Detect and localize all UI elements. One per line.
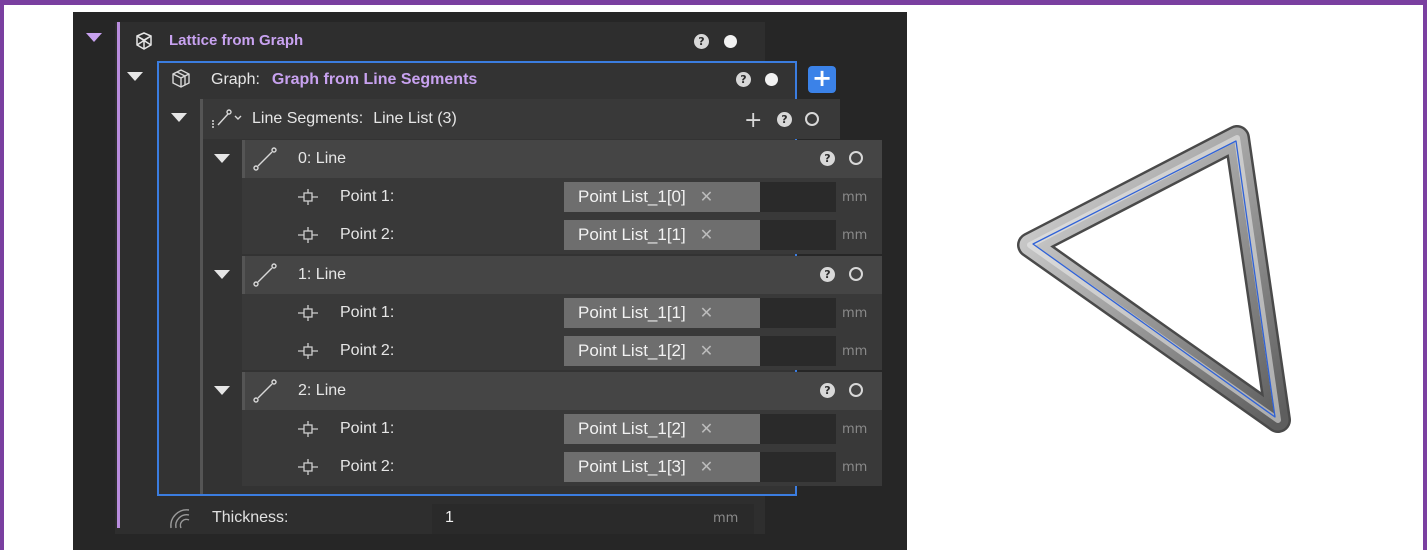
point-value-field[interactable]: Point List_1[3] ✕ [564,452,760,482]
segments-label: Line Segments: [252,110,364,127]
point-unit: mm [842,228,868,243]
line-icon [252,146,278,172]
point-icon [298,457,318,477]
collapse-segments-icon[interactable] [171,113,187,122]
lattice-help-icon[interactable]: ? [694,34,709,49]
graph-help-icon[interactable]: ? [736,72,751,87]
collapse-lattice-icon[interactable] [86,33,102,42]
segments-help-icon[interactable]: ? [777,112,792,127]
line-help-icon[interactable]: ? [820,383,835,398]
point-value-field[interactable]: Point List_1[0] ✕ [564,182,760,212]
line-help-icon[interactable]: ? [820,267,835,282]
line-title: 0: Line [298,150,347,167]
clear-icon[interactable]: ✕ [700,225,713,245]
point-value: Point List_1[2] [578,419,686,438]
point-field-rest[interactable] [760,298,836,328]
point-value-field[interactable]: Point List_1[1] ✕ [564,298,760,328]
point-unit: mm [842,190,868,205]
graph-value[interactable]: Graph from Line Segments [272,71,477,89]
point-label: Point 2: [340,458,395,475]
point-icon [298,419,318,439]
thickness-label: Thickness: [212,509,289,526]
point-label: Point 1: [340,304,395,321]
point-label: Point 2: [340,226,395,243]
point-icon [298,303,318,323]
lattice-node-icon [133,30,155,52]
line-title: 2: Line [298,382,347,399]
point-icon [298,225,318,245]
triangle-lattice-preview [1017,125,1291,433]
line-visibility-icon[interactable] [849,267,863,281]
line-title: 1: Line [298,266,347,283]
graph-node-icon [170,67,192,89]
thickness-value[interactable]: 1 [445,509,454,527]
point-icon [298,341,318,361]
add-segment-button[interactable]: + [744,108,762,133]
point-value-field[interactable]: Point List_1[2] ✕ [564,336,760,366]
collapse-graph-icon[interactable] [127,72,143,81]
clear-icon[interactable]: ✕ [700,419,713,439]
lattice-visibility-icon[interactable] [724,35,737,48]
point-value-field[interactable]: Point List_1[1] ✕ [564,220,760,250]
point-value: Point List_1[3] [578,457,686,476]
graph-label: Graph: [211,71,260,88]
collapse-line-icon[interactable] [214,270,230,279]
lattice-indent-line [117,22,120,528]
line-visibility-icon[interactable] [849,383,863,397]
add-graph-button[interactable]: + [808,66,836,93]
point-label: Point 1: [340,188,395,205]
segments-value[interactable]: Line List (3) [373,110,457,128]
clear-icon[interactable]: ✕ [700,187,713,207]
point-label: Point 2: [340,342,395,359]
line-visibility-icon[interactable] [849,151,863,165]
line-icon [252,262,278,288]
point-unit: mm [842,344,868,359]
collapse-line-icon[interactable] [214,154,230,163]
thickness-input[interactable] [432,504,754,534]
clear-icon[interactable]: ✕ [700,341,713,361]
point-unit: mm [842,306,868,321]
point-field-rest[interactable] [760,220,836,250]
point-field-rest[interactable] [760,336,836,366]
clear-icon[interactable]: ✕ [700,303,713,323]
point-icon [298,187,318,207]
point-value-field[interactable]: Point List_1[2] ✕ [564,414,760,444]
clear-icon[interactable]: ✕ [700,457,713,477]
segments-visibility-icon[interactable] [805,112,819,126]
point-unit: mm [842,422,868,437]
lattice-icon [136,32,152,50]
point-field-rest[interactable] [760,182,836,212]
line-icon [252,378,278,404]
point-value: Point List_1[1] [578,225,686,244]
point-field-rest[interactable] [760,452,836,482]
segments-indent-line [200,99,203,494]
point-label: Point 1: [340,420,395,437]
point-value: Point List_1[0] [578,187,686,206]
point-field-rest[interactable] [760,414,836,444]
point-value: Point List_1[2] [578,341,686,360]
line-list-icon [210,106,244,130]
graph-visibility-icon[interactable] [765,73,778,86]
collapse-line-icon[interactable] [214,386,230,395]
point-unit: mm [842,460,868,475]
point-value: Point List_1[1] [578,303,686,322]
thickness-unit: mm [713,511,739,526]
lattice-header [86,33,102,42]
line-help-icon[interactable]: ? [820,151,835,166]
thickness-icon [167,506,193,530]
graph-icon [172,69,190,88]
lattice-title: Lattice from Graph [169,32,304,49]
